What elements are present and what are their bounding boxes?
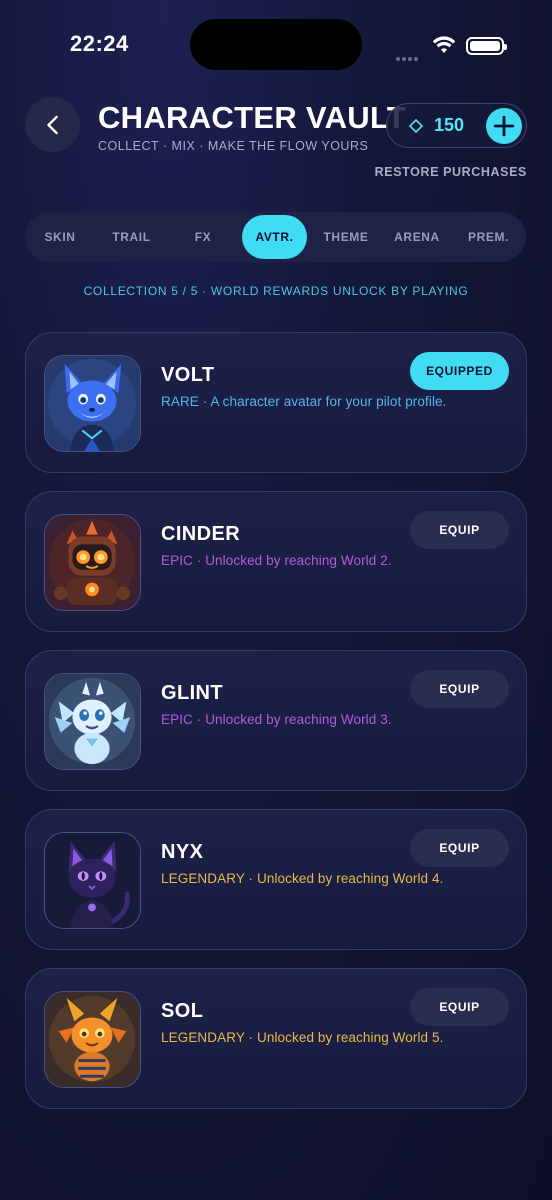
tab-premium[interactable]: PREM. xyxy=(454,215,523,259)
equip-button[interactable]: EQUIP xyxy=(410,670,509,708)
character-avatar-glint xyxy=(44,673,141,770)
fire-dragon-avatar-icon xyxy=(45,992,140,1087)
back-button[interactable] xyxy=(25,97,80,152)
dynamic-island xyxy=(190,19,362,70)
character-card-glint[interactable]: GLINT EPIC · Unlocked by reaching World … xyxy=(25,650,527,791)
collection-progress: COLLECTION 5 / 5 · WORLD REWARDS UNLOCK … xyxy=(83,284,469,298)
coin-amount: 150 xyxy=(434,115,465,135)
tab-avatar[interactable]: AVTR. xyxy=(242,215,307,259)
add-coins-button[interactable] xyxy=(486,108,522,144)
equip-button[interactable]: EQUIP xyxy=(410,511,509,549)
character-name: CINDER xyxy=(161,523,241,545)
character-avatar-cinder xyxy=(44,514,141,611)
wifi-icon xyxy=(432,35,456,55)
diamond-icon xyxy=(409,118,423,133)
tab-trail[interactable]: TRAIL xyxy=(96,215,167,259)
character-description: RARE · A character avatar for your pilot… xyxy=(161,394,447,409)
character-description: EPIC · Unlocked by reaching World 3. xyxy=(161,712,392,727)
character-name: NYX xyxy=(161,841,204,863)
category-tabs: SKIN TRAIL FX AVTR. THEME ARENA PREM. xyxy=(25,212,526,262)
character-card-nyx[interactable]: NYX LEGENDARY · Unlocked by reaching Wor… xyxy=(25,809,527,950)
character-description: LEGENDARY · Unlocked by reaching World 5… xyxy=(161,1030,444,1045)
page-subtitle: COLLECT · MIX · MAKE THE FLOW YOURS xyxy=(98,139,369,153)
character-description: EPIC · Unlocked by reaching World 2. xyxy=(161,553,392,568)
equip-button[interactable]: EQUIP xyxy=(410,829,509,867)
status-time: 22:24 xyxy=(70,31,129,56)
chevron-left-icon xyxy=(46,115,58,134)
equipped-button[interactable]: EQUIPPED xyxy=(410,352,509,390)
tab-skin[interactable]: SKIN xyxy=(28,215,92,259)
character-card-volt[interactable]: VOLT RARE · A character avatar for your … xyxy=(25,332,527,473)
character-name: GLINT xyxy=(161,682,223,704)
character-card-sol[interactable]: SOL LEGENDARY · Unlocked by reaching Wor… xyxy=(25,968,527,1109)
character-avatar-volt xyxy=(44,355,141,452)
fox-avatar-icon xyxy=(45,356,140,451)
character-card-cinder[interactable]: CINDER EPIC · Unlocked by reaching World… xyxy=(25,491,527,632)
character-avatar-nyx xyxy=(44,832,141,929)
restore-purchases-link[interactable]: RESTORE PURCHASES xyxy=(375,165,527,179)
character-name: SOL xyxy=(161,1000,204,1022)
coin-balance: 150 xyxy=(386,103,527,148)
battery-icon xyxy=(466,37,507,55)
character-avatar-sol xyxy=(44,991,141,1088)
tab-theme[interactable]: THEME xyxy=(311,215,381,259)
plus-icon xyxy=(493,115,515,137)
tab-fx[interactable]: FX xyxy=(171,215,235,259)
robot-avatar-icon xyxy=(45,515,140,610)
tab-arena[interactable]: ARENA xyxy=(384,215,450,259)
equip-button[interactable]: EQUIP xyxy=(410,988,509,1026)
status-bar: 22:24 xyxy=(0,0,552,90)
crystal-dragon-avatar-icon xyxy=(45,674,140,769)
cat-avatar-icon xyxy=(45,833,140,928)
character-name: VOLT xyxy=(161,364,215,386)
cellular-signal-icon xyxy=(396,48,422,61)
character-description: LEGENDARY · Unlocked by reaching World 4… xyxy=(161,871,444,886)
page-title: CHARACTER VAULT xyxy=(98,100,407,135)
